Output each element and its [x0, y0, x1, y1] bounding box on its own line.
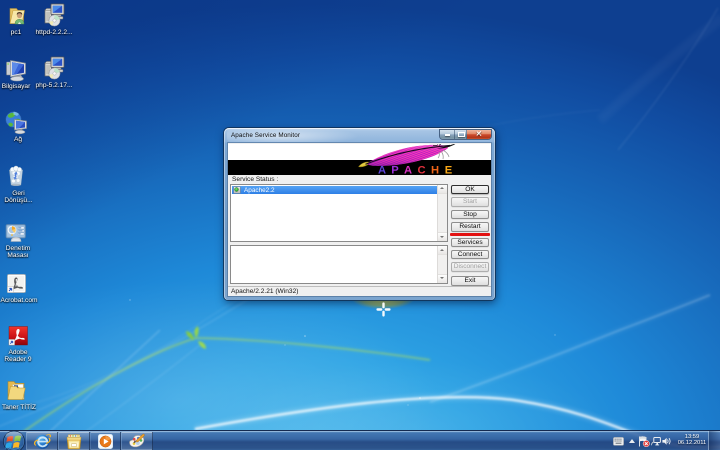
svg-text:P: P: [391, 165, 399, 176]
svg-text:H: H: [431, 165, 439, 176]
svg-text:E: E: [445, 165, 453, 176]
svg-text:A: A: [404, 165, 412, 176]
svg-text:C: C: [417, 165, 425, 176]
svg-text:A: A: [378, 165, 386, 176]
